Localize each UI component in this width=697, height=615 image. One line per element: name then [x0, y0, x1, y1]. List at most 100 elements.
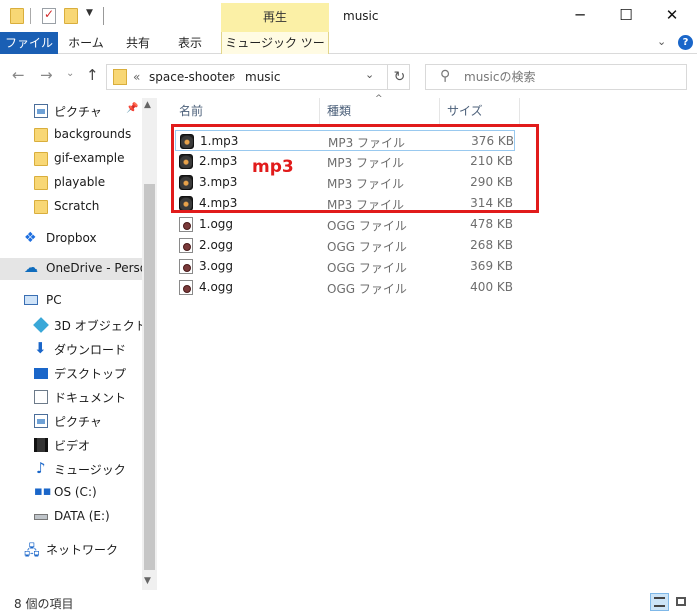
- file-size: 268 KB: [470, 238, 513, 252]
- details-view-icon: [654, 597, 665, 607]
- folder-icon: [10, 8, 24, 24]
- nav-item-pictures[interactable]: ピクチャ: [0, 410, 142, 432]
- file-size: 400 KB: [470, 280, 513, 294]
- address-dropdown-icon[interactable]: ⌄: [365, 68, 374, 81]
- column-header-name[interactable]: 名前: [179, 98, 203, 124]
- folder-icon: [34, 176, 48, 190]
- expand-ribbon-icon[interactable]: ⌄: [657, 35, 666, 48]
- nav-item-backgrounds[interactable]: backgrounds: [0, 124, 142, 146]
- refresh-icon[interactable]: ↻: [387, 65, 411, 89]
- tab-home[interactable]: ホーム: [66, 32, 106, 54]
- properties-icon[interactable]: [42, 7, 56, 24]
- nav-item-data-drive[interactable]: DATA (E:): [0, 506, 142, 528]
- nav-item-scratch[interactable]: Scratch: [0, 196, 142, 218]
- breadcrumb-space-shooter[interactable]: space-shooter: [149, 70, 234, 84]
- video-icon: [34, 438, 48, 452]
- pin-icon[interactable]: 📌: [126, 103, 138, 114]
- column-header-type[interactable]: 種類: [327, 98, 351, 124]
- help-icon[interactable]: ?: [678, 35, 693, 50]
- nav-item-music[interactable]: ♪ ミュージック: [0, 458, 142, 480]
- download-icon: ⬇: [34, 339, 47, 357]
- nav-item-network[interactable]: 🖧 ネットワーク: [0, 538, 142, 560]
- nav-item-os-drive[interactable]: ▪▪ OS (C:): [0, 482, 142, 504]
- file-name: 3.ogg: [199, 259, 234, 273]
- up-icon[interactable]: ↑: [86, 66, 99, 84]
- nav-item-dropbox[interactable]: ❖ Dropbox: [0, 228, 142, 250]
- file-type: OGG ファイル: [327, 261, 407, 275]
- breadcrumb-overflow[interactable]: «: [133, 70, 140, 84]
- minimize-button[interactable]: ─: [557, 0, 603, 32]
- search-box[interactable]: ⚲: [425, 64, 687, 90]
- windows-drive-icon: ▪▪: [34, 484, 52, 499]
- nav-item-desktop[interactable]: デスクトップ: [0, 362, 142, 384]
- file-name: 4.ogg: [199, 280, 234, 294]
- breadcrumb-separator[interactable]: ›: [231, 70, 236, 84]
- navigation-bar: ← → ⌄ ↑ « space-shooter › music ⌄ ↻ ⚲: [0, 54, 697, 98]
- document-icon: [34, 390, 48, 404]
- nav-item-label: OneDrive - Person: [46, 261, 142, 275]
- sort-ascending-icon: ^: [375, 94, 383, 104]
- forward-icon[interactable]: →: [40, 66, 53, 84]
- file-type: OGG ファイル: [327, 282, 407, 296]
- column-divider[interactable]: [439, 98, 440, 124]
- file-name: 2.ogg: [199, 238, 234, 252]
- dropbox-icon: ❖: [24, 230, 37, 246]
- network-icon: 🖧: [24, 543, 40, 559]
- tab-music-tools[interactable]: ミュージック ツール: [221, 32, 329, 72]
- close-button[interactable]: ✕: [649, 0, 695, 32]
- maximize-button[interactable]: ☐: [603, 0, 649, 32]
- pictures-icon: [34, 414, 48, 428]
- column-divider[interactable]: [319, 98, 320, 124]
- nav-item-gif-example[interactable]: gif-example: [0, 148, 142, 170]
- search-input[interactable]: [464, 68, 674, 86]
- file-row[interactable]: 3.ogg OGG ファイル 369 KB: [175, 256, 515, 277]
- scrollbar-thumb[interactable]: [144, 184, 155, 570]
- details-view-button[interactable]: [650, 593, 669, 611]
- new-folder-icon[interactable]: [64, 8, 78, 24]
- nav-item-pc[interactable]: PC: [0, 290, 142, 312]
- pictures-icon: [34, 104, 48, 118]
- nav-item-onedrive[interactable]: ☁ OneDrive - Person: [0, 258, 142, 280]
- nav-item-documents[interactable]: ドキュメント: [0, 386, 142, 408]
- window-title: music: [343, 9, 379, 23]
- nav-scrollbar[interactable]: ▲ ▼: [142, 98, 157, 590]
- drive-icon: [34, 514, 48, 520]
- large-icons-view-icon: [676, 597, 686, 606]
- back-icon[interactable]: ←: [12, 66, 25, 84]
- tab-share[interactable]: 共有: [120, 32, 156, 54]
- nav-item-label: デスクトップ: [54, 367, 127, 381]
- nav-item-pictures-quick[interactable]: ピクチャ 📌: [0, 100, 142, 122]
- nav-item-label: PC: [46, 293, 62, 307]
- file-size: 369 KB: [470, 259, 513, 273]
- file-row[interactable]: 1.ogg OGG ファイル 478 KB: [175, 214, 515, 235]
- folder-icon: [34, 200, 48, 214]
- title-divider: [103, 7, 104, 25]
- nav-item-label: ピクチャ: [54, 415, 102, 429]
- file-name: 1.ogg: [199, 217, 234, 231]
- file-type: OGG ファイル: [327, 240, 407, 254]
- scroll-up-icon[interactable]: ▲: [144, 100, 151, 110]
- recent-locations-icon[interactable]: ⌄: [66, 68, 74, 79]
- nav-item-label: DATA (E:): [54, 509, 110, 523]
- breadcrumb-music[interactable]: music: [245, 70, 280, 84]
- large-icons-view-button[interactable]: [672, 593, 691, 611]
- address-bar[interactable]: « space-shooter › music ⌄ ↻: [106, 64, 410, 90]
- file-type: OGG ファイル: [327, 219, 407, 233]
- nav-item-label: 3D オブジェクト: [54, 319, 142, 333]
- nav-item-playable[interactable]: playable: [0, 172, 142, 194]
- navigation-pane: ピクチャ 📌 backgrounds gif-example playable …: [0, 98, 142, 590]
- column-divider[interactable]: [519, 98, 520, 124]
- nav-item-3d-objects[interactable]: 3D オブジェクト: [0, 314, 142, 336]
- column-header-size[interactable]: サイズ: [447, 98, 483, 124]
- file-row[interactable]: 4.ogg OGG ファイル 400 KB: [175, 277, 515, 298]
- tab-file[interactable]: ファイル: [0, 32, 58, 54]
- nav-item-videos[interactable]: ビデオ: [0, 434, 142, 456]
- tab-view[interactable]: 表示: [172, 32, 208, 54]
- scroll-down-icon[interactable]: ▼: [144, 576, 151, 586]
- nav-item-label: ネットワーク: [46, 543, 119, 557]
- file-row[interactable]: 2.ogg OGG ファイル 268 KB: [175, 235, 515, 256]
- customize-quick-access-icon[interactable]: ▼: [86, 8, 93, 18]
- folder-icon: [113, 69, 127, 85]
- nav-item-downloads[interactable]: ⬇ ダウンロード: [0, 338, 142, 360]
- title-bar: ▼ 再生 music ─ ☐ ✕: [0, 0, 697, 32]
